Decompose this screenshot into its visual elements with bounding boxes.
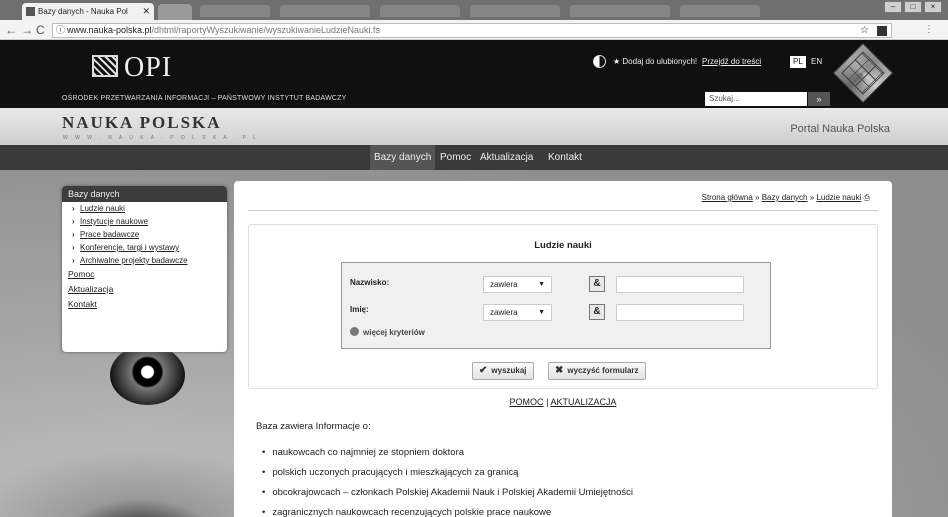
opi-logo-mark-icon <box>92 55 118 77</box>
background-tab[interactable] <box>380 5 460 17</box>
intro-text: Baza zawiera Informacje o: <box>256 421 371 432</box>
check-icon: ✔ <box>479 365 488 376</box>
chevron-down-icon: ▼ <box>538 309 545 316</box>
breadcrumb-home[interactable]: Strona główna <box>702 193 753 202</box>
main-content: Strona główna » Bazy danych » Ludzie nau… <box>234 181 892 517</box>
search-button[interactable]: ✔ wyszukaj <box>472 362 534 380</box>
name-input[interactable] <box>616 304 744 321</box>
name-label: Imię: <box>350 305 369 314</box>
nauka-polska-logo[interactable]: NAUKA POLSKA <box>62 113 222 133</box>
list-item: naukowcach co najmniej ze stopniem dokto… <box>262 443 633 463</box>
more-criteria-link[interactable]: więcej kryteriów <box>350 327 425 337</box>
list-item: zagranicznych naukowcach recenzujących p… <box>262 503 633 517</box>
browser-tab-bar: Bazy danych - Nauka Pol ✕ – □ × <box>0 0 948 20</box>
maximize-button[interactable]: □ <box>904 1 922 13</box>
sidebar: Bazy danych Ludzie nauki Instytucje nauk… <box>62 186 227 352</box>
sidebar-item-aktualizacja[interactable]: Aktualizacja <box>62 282 227 297</box>
site-favicon-icon <box>26 7 35 16</box>
minimize-button[interactable]: – <box>884 1 902 13</box>
contrast-toggle-icon[interactable] <box>593 55 606 68</box>
reload-icon[interactable]: C <box>36 22 45 38</box>
info-list: naukowcach co najmniej ze stopniem dokto… <box>262 443 633 517</box>
breadcrumb-bazy[interactable]: Bazy danych <box>762 193 808 202</box>
back-arrow-icon[interactable]: ← <box>5 22 17 38</box>
name-and-button[interactable]: & <box>589 304 605 320</box>
bookmark-star-icon[interactable]: ☆ <box>860 24 869 37</box>
print-icon[interactable]: ⎙ <box>864 193 870 202</box>
extension-icon[interactable] <box>877 26 887 36</box>
background-tab[interactable] <box>280 5 370 17</box>
opi-tagline: OŚRODEK PRZETWARZANIA INFORMACJI – PAŃST… <box>62 95 347 102</box>
forward-arrow-icon[interactable]: → <box>21 22 33 38</box>
info-icon[interactable]: ⓘ <box>56 24 65 37</box>
surname-and-button[interactable]: & <box>589 276 605 292</box>
clear-icon: ✖ <box>555 365 564 376</box>
new-tab-button[interactable] <box>158 4 192 20</box>
form-title: Ludzie nauki <box>534 240 592 251</box>
background-tab[interactable] <box>680 5 760 17</box>
sidebar-item-konferencje[interactable]: Konferencje, targi i wystawy <box>62 241 227 254</box>
lang-pl-button[interactable]: PL <box>790 56 806 68</box>
background-tab[interactable] <box>200 5 270 17</box>
background-tab[interactable] <box>570 5 670 17</box>
menu-item-pomoc[interactable]: Pomoc <box>436 145 475 170</box>
menu-dots-icon[interactable]: ⋮ <box>924 24 942 35</box>
window-controls: – □ × <box>884 1 942 13</box>
chevron-down-icon: ▼ <box>538 281 545 288</box>
browser-tab[interactable]: Bazy danych - Nauka Pol ✕ <box>22 3 154 20</box>
breadcrumb-current[interactable]: Ludzie nauki <box>816 193 861 202</box>
water-drop-image <box>110 345 185 405</box>
breadcrumb: Strona główna » Bazy danych » Ludzie nau… <box>701 193 870 202</box>
nauka-polska-domain: W W W . N A U K A - P O L S K A . P L <box>63 135 259 141</box>
help-link[interactable]: POMOC <box>510 397 544 407</box>
criteria-panel: Nazwisko: zawiera ▼ & Imię: zawiera ▼ & wi… <box>341 262 771 349</box>
surname-input[interactable] <box>616 276 744 293</box>
url-path: /dhtml/raportyWyszukiwanie/wyszukiwanieL… <box>151 25 381 35</box>
surname-operator-select[interactable]: zawiera ▼ <box>483 276 552 293</box>
portal-title: Portal Nauka Polska <box>790 123 890 135</box>
sidebar-item-kontakt[interactable]: Kontakt <box>62 297 227 312</box>
list-item: obcokrajowcach – członkach Polskiej Akad… <box>262 483 633 503</box>
sidebar-item-archiwalne[interactable]: Archiwalne projekty badawcze <box>62 254 227 267</box>
tab-close-icon[interactable]: ✕ <box>142 3 150 20</box>
lang-en-button[interactable]: EN <box>808 56 825 68</box>
menu-item-kontakt[interactable]: Kontakt <box>544 145 586 170</box>
url-host: www.nauka-polska.pl <box>67 25 152 35</box>
site-search-input[interactable]: Szukaj... <box>705 92 807 106</box>
opi-logo[interactable]: OPI <box>92 52 172 84</box>
add-favorite-link[interactable]: ★ Dodaj do ulubionych! <box>613 55 697 68</box>
skip-to-content-link[interactable]: Przejdź do treści <box>702 55 761 68</box>
menu-item-bazy-danych[interactable]: Bazy danych <box>370 145 436 170</box>
menu-item-aktualizacja[interactable]: Aktualizacja <box>476 145 537 170</box>
url-field[interactable]: ⓘ www.nauka-polska.pl/dhtml/raportyWyszu… <box>52 23 892 38</box>
clear-form-button[interactable]: ✖ wyczyść formularz <box>548 362 646 380</box>
tab-title: Bazy danych - Nauka Pol <box>38 7 128 16</box>
sidebar-item-instytucje[interactable]: Instytucje naukowe <box>62 215 227 228</box>
background-tab[interactable] <box>470 5 560 17</box>
sidebar-item-ludzie-nauki[interactable]: Ludzie nauki <box>62 202 227 215</box>
surname-label: Nazwisko: <box>350 278 390 287</box>
help-links: POMOC | AKTUALIZACJA <box>509 397 617 407</box>
list-item: polskich uczonych pracujących i mieszkaj… <box>262 463 633 483</box>
site-search-button[interactable]: » <box>808 92 830 106</box>
address-bar-row: ← → C ⓘ www.nauka-polska.pl/dhtml/raport… <box>0 20 948 40</box>
name-operator-select[interactable]: zawiera ▼ <box>483 304 552 321</box>
update-link[interactable]: AKTUALIZACJA <box>550 397 616 407</box>
divider <box>248 210 878 211</box>
sidebar-title[interactable]: Bazy danych <box>62 186 227 202</box>
sidebar-item-pomoc[interactable]: Pomoc <box>62 267 227 282</box>
sidebar-item-prace[interactable]: Prace badawcze <box>62 228 227 241</box>
close-window-button[interactable]: × <box>924 1 942 13</box>
